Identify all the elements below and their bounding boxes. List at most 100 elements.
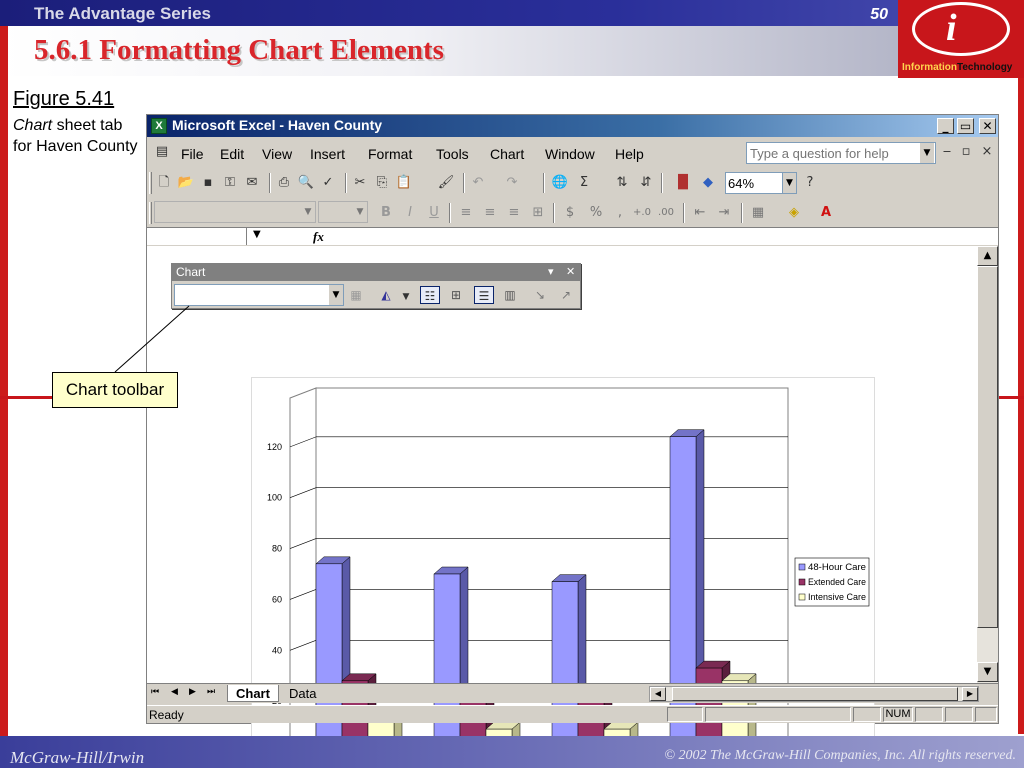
open-icon[interactable]: 📂 <box>177 175 195 191</box>
toolbar-options-icon[interactable]: ▾ <box>548 265 554 278</box>
italic-icon[interactable]: I <box>401 205 419 221</box>
by-column-icon[interactable]: ▥ <box>500 286 520 304</box>
horizontal-scroll-thumb[interactable] <box>672 687 958 701</box>
bar <box>551 581 579 753</box>
paste-icon[interactable]: 📋 <box>395 175 413 191</box>
font-name-combo[interactable]: ▼ <box>154 201 316 223</box>
undo-icon[interactable]: ↶ <box>469 175 487 191</box>
sort-ascending-icon[interactable]: ⇅ <box>613 175 631 191</box>
chart-type-icon[interactable]: ◭ <box>376 286 396 304</box>
first-sheet-button[interactable]: ⏮ <box>151 687 159 697</box>
menu-chart[interactable]: Chart <box>490 146 524 162</box>
scroll-right-button[interactable]: ▶ <box>962 687 978 701</box>
next-sheet-button[interactable]: ▶ <box>189 687 196 697</box>
chart-toolbar-title-bar[interactable]: Chart ▾ ✕ <box>172 264 580 281</box>
menu-file[interactable]: File <box>181 146 204 162</box>
previous-sheet-button[interactable]: ◀ <box>171 687 178 697</box>
data-table-icon[interactable]: ⊞ <box>446 286 466 304</box>
doc-minimize-button[interactable]: ‒ <box>938 144 956 160</box>
restore-button[interactable]: ▭ <box>957 118 974 134</box>
chevron-down-icon[interactable]: ▼ <box>329 285 343 305</box>
underline-icon[interactable]: U <box>425 205 443 221</box>
ask-question-dropdown[interactable]: ▼ <box>920 143 934 163</box>
align-left-icon[interactable]: ≡ <box>457 205 475 221</box>
scroll-left-button[interactable]: ◀ <box>650 687 666 701</box>
menu-edit[interactable]: Edit <box>220 146 244 162</box>
print-preview-icon[interactable]: 🔍 <box>297 175 315 191</box>
workbook-icon[interactable]: ▤ <box>153 144 171 160</box>
permission-icon[interactable]: ⚿ <box>221 175 239 191</box>
tab-chart[interactable]: Chart <box>227 685 279 702</box>
vertical-scrollbar[interactable]: ▲ ▼ <box>977 246 998 683</box>
spelling-icon[interactable]: ✓ <box>319 175 337 191</box>
comma-style-icon[interactable]: , <box>611 205 629 221</box>
scroll-up-button[interactable]: ▲ <box>977 246 998 266</box>
format-chart-object-icon[interactable]: ▦ <box>346 286 366 304</box>
sort-descending-icon[interactable]: ⇵ <box>637 175 655 191</box>
chart-wizard-icon[interactable]: ▐▌ <box>673 175 693 191</box>
decrease-decimal-icon[interactable]: .00 <box>657 205 675 221</box>
menu-tools[interactable]: Tools <box>436 146 469 162</box>
print-icon[interactable]: ⎙ <box>275 175 293 191</box>
zoom-dropdown-arrow[interactable]: ▼ <box>782 173 796 193</box>
borders-icon[interactable]: ▦ <box>749 205 767 221</box>
merge-center-icon[interactable]: ⊞ <box>529 205 547 221</box>
hyperlink-icon[interactable]: 🌐 <box>551 175 569 191</box>
chart-type-dropdown-icon[interactable]: ▼ <box>396 288 416 306</box>
menu-window[interactable]: Window <box>545 146 595 162</box>
menu-insert[interactable]: Insert <box>310 146 345 162</box>
zoom-box[interactable]: 64% ▼ <box>725 172 797 194</box>
autosum-icon[interactable]: Σ <box>575 175 593 191</box>
redo-icon[interactable]: ↷ <box>503 175 521 191</box>
bold-icon[interactable]: B <box>377 205 395 221</box>
footer-copyright: © 2002 The McGraw-Hill Companies, Inc. A… <box>664 748 1016 763</box>
toolbar-grip[interactable] <box>149 172 152 194</box>
legend-label: Extended Care <box>808 577 866 587</box>
currency-icon[interactable]: $ <box>561 205 579 221</box>
name-box-dropdown-icon[interactable]: ▼ <box>253 229 261 240</box>
toolbar-grip[interactable] <box>149 202 152 224</box>
align-right-icon[interactable]: ≡ <box>505 205 523 221</box>
tab-data[interactable]: Data <box>281 685 324 702</box>
excel-title-bar[interactable]: X Microsoft Excel - Haven County _ ▭ ✕ <box>147 115 998 137</box>
decrease-indent-icon[interactable]: ⇤ <box>691 205 709 221</box>
increase-indent-icon[interactable]: ⇥ <box>715 205 733 221</box>
font-size-combo[interactable]: ▼ <box>318 201 368 223</box>
menu-view[interactable]: View <box>262 146 292 162</box>
legend-icon[interactable]: ☷ <box>420 286 440 304</box>
fill-color-icon[interactable]: ◈ <box>785 205 803 221</box>
excel-app-icon[interactable]: X <box>151 118 167 134</box>
close-icon[interactable]: ✕ <box>566 265 575 278</box>
drawing-icon[interactable]: ◆ <box>699 175 717 191</box>
angle-text-downward-icon[interactable]: ↘ <box>530 286 550 304</box>
ask-question-box[interactable] <box>746 142 936 164</box>
format-painter-icon[interactable]: 🖌 <box>437 175 455 191</box>
doc-restore-button[interactable]: ▫ <box>957 144 975 160</box>
minimize-button[interactable]: _ <box>937 118 954 134</box>
legend-label: Intensive Care <box>808 592 866 602</box>
logo-wordmark-b: Technology <box>957 62 1013 73</box>
doc-close-button[interactable]: × <box>978 144 996 160</box>
insert-function-icon[interactable]: fx <box>313 229 324 245</box>
menu-help[interactable]: Help <box>615 146 644 162</box>
percent-icon[interactable]: % <box>587 205 605 221</box>
last-sheet-button[interactable]: ⏭ <box>207 687 215 697</box>
new-icon[interactable]: 🗋 <box>155 175 173 191</box>
increase-decimal-icon[interactable]: +.0 <box>633 205 651 221</box>
email-icon[interactable]: ✉ <box>243 175 261 191</box>
menu-format[interactable]: Format <box>368 146 412 162</box>
close-button[interactable]: ✕ <box>979 118 996 134</box>
vertical-scroll-thumb[interactable] <box>977 266 998 628</box>
name-box[interactable] <box>147 228 247 245</box>
angle-text-upward-icon[interactable]: ↗ <box>556 286 576 304</box>
horizontal-scrollbar[interactable]: ◀ ▶ <box>649 686 979 702</box>
scroll-down-button[interactable]: ▼ <box>977 662 998 682</box>
cut-icon[interactable]: ✂ <box>351 175 369 191</box>
save-icon[interactable]: ▪ <box>199 175 217 191</box>
font-color-icon[interactable]: A <box>817 205 835 221</box>
align-center-icon[interactable]: ≡ <box>481 205 499 221</box>
copy-icon[interactable]: ⎘ <box>373 175 391 191</box>
by-row-icon[interactable]: ☰ <box>474 286 494 304</box>
ask-question-input[interactable] <box>747 143 915 163</box>
help-icon[interactable]: ? <box>801 175 819 191</box>
